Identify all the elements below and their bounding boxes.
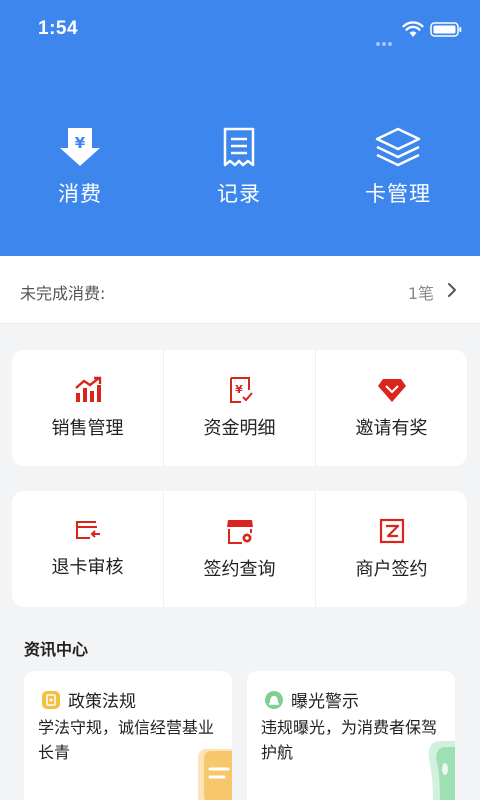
merchant-sign-icon xyxy=(379,518,404,544)
battery-icon xyxy=(430,22,462,37)
merchant-sign-button[interactable]: 商户签约 xyxy=(315,491,467,607)
consume-label: 消费 xyxy=(58,182,102,206)
funds-detail-label: 资金明细 xyxy=(203,418,276,439)
news-center-title: 资讯中心 xyxy=(24,640,89,659)
contract-query-label: 签约查询 xyxy=(203,559,276,580)
status-time: 1:54 xyxy=(38,18,79,39)
card-return-icon xyxy=(75,521,100,539)
function-card-bottom: 退卡审核 签约查询 商户签约 xyxy=(12,491,467,607)
sales-chart-icon xyxy=(74,376,101,402)
diamond-icon xyxy=(377,379,406,402)
chevron-right-icon xyxy=(448,283,456,297)
layers-icon xyxy=(375,127,421,167)
header-panel: 1:54 ¥ 消费 记录 卡管理 xyxy=(0,0,480,256)
merchant-sign-label: 商户签约 xyxy=(355,559,428,580)
function-card-top: 销售管理 ¥ 资金明细 邀请有奖 xyxy=(12,350,467,466)
warning-bell-icon xyxy=(265,690,283,709)
news-card-warning[interactable]: 曝光警示 违规曝光，为消费者保驾护航 xyxy=(247,671,455,800)
funds-detail-button[interactable]: ¥ 资金明细 xyxy=(163,350,315,466)
receipt-icon xyxy=(223,127,255,167)
policy-icon xyxy=(42,690,60,709)
document-illustration-icon xyxy=(198,749,232,800)
card-manage-label: 卡管理 xyxy=(365,182,431,206)
sales-management-button[interactable]: 销售管理 xyxy=(12,350,163,466)
pending-consumption-row[interactable]: 未完成消费: 1笔 xyxy=(0,256,480,324)
store-search-icon xyxy=(226,520,253,544)
contract-query-button[interactable]: 签约查询 xyxy=(163,491,315,607)
pending-count: 1笔 xyxy=(407,284,434,303)
news-card-header: 曝光警示 xyxy=(265,687,359,712)
card-manage-button[interactable]: 卡管理 xyxy=(338,126,458,216)
consume-button[interactable]: ¥ 消费 xyxy=(20,126,140,216)
invite-reward-label: 邀请有奖 xyxy=(355,418,428,439)
wifi-icon xyxy=(402,21,424,37)
pending-label: 未完成消费: xyxy=(20,284,106,303)
status-bar: 1:54 xyxy=(0,0,480,60)
card-return-review-label: 退卡审核 xyxy=(51,557,124,578)
svg-text:¥: ¥ xyxy=(235,383,243,396)
records-label: 记录 xyxy=(217,182,261,206)
news-policy-title: 政策法规 xyxy=(68,692,136,712)
records-button[interactable]: 记录 xyxy=(179,126,299,216)
news-card-header: 政策法规 xyxy=(42,687,136,712)
card-return-review-button[interactable]: 退卡审核 xyxy=(12,491,163,607)
funds-receipt-icon: ¥ xyxy=(229,377,253,403)
news-warning-title: 曝光警示 xyxy=(291,692,359,712)
svg-text:¥: ¥ xyxy=(75,134,86,152)
yuan-download-icon: ¥ xyxy=(60,128,100,166)
signal-icon xyxy=(376,31,398,46)
news-card-policy[interactable]: 政策法规 学法守规，诚信经营基业长青 xyxy=(24,671,232,800)
light-bulb-illustration-icon xyxy=(428,741,455,800)
news-warning-desc: 违规曝光，为消费者保驾护航 xyxy=(261,718,438,762)
sales-management-label: 销售管理 xyxy=(51,418,124,439)
invite-reward-button[interactable]: 邀请有奖 xyxy=(315,350,467,466)
